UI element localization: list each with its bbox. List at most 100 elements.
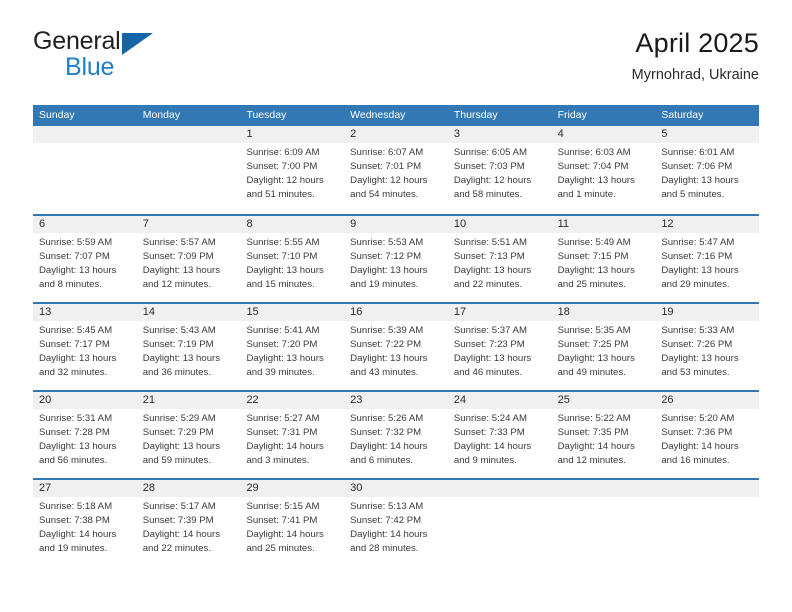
- day-cell-3[interactable]: 3 Sunrise: 6:05 AM Sunset: 7:03 PM Daylight…: [448, 126, 552, 214]
- day-cell-18[interactable]: 18 Sunrise: 5:35 AM Sunset: 7:25 PM Dayligh…: [552, 304, 656, 390]
- day-detail-line: Sunset: 7:32 PM: [350, 427, 422, 438]
- day-detail-lines: Sunrise: 6:03 AM Sunset: 7:04 PM Daylight:…: [558, 146, 650, 202]
- day-cell-4[interactable]: 4 Sunrise: 6:03 AM Sunset: 7:04 PM Daylight…: [552, 126, 656, 214]
- day-cell-19[interactable]: 19 Sunrise: 5:33 AM Sunset: 7:26 PM Dayligh…: [655, 304, 759, 390]
- day-detail-line: Daylight: 13 hours: [350, 265, 428, 276]
- day-detail-line: and 56 minutes.: [39, 455, 108, 466]
- brand-logo[interactable]: General Blue: [33, 28, 263, 88]
- day-detail-line: Sunrise: 6:05 AM: [453, 147, 527, 158]
- day-cell-10[interactable]: 10 Sunrise: 5:51 AM Sunset: 7:13 PM Dayligh…: [448, 216, 552, 302]
- day-detail-lines: Sunrise: 5:13 AM Sunset: 7:42 PM Daylight:…: [350, 500, 442, 556]
- day-cell-9[interactable]: 9 Sunrise: 5:53 AM Sunset: 7:12 PM Daylight…: [344, 216, 448, 302]
- weekday-header-row: Sunday Monday Tuesday Wednesday Thursday Frid…: [33, 105, 759, 126]
- day-cell-24[interactable]: 24 Sunrise: 5:24 AM Sunset: 7:33 PM Dayligh…: [448, 392, 552, 478]
- day-detail-line: Daylight: 13 hours: [661, 265, 739, 276]
- day-detail-line: and 49 minutes.: [557, 367, 626, 378]
- day-cell-16[interactable]: 16 Sunrise: 5:39 AM Sunset: 7:22 PM Dayligh…: [344, 304, 448, 390]
- day-cell-26[interactable]: 26 Sunrise: 5:20 AM Sunset: 7:36 PM Dayligh…: [655, 392, 759, 478]
- day-cell-21[interactable]: 21 Sunrise: 5:29 AM Sunset: 7:29 PM Dayligh…: [137, 392, 241, 478]
- day-cell-28[interactable]: 28 Sunrise: 5:17 AM Sunset: 7:39 PM Dayligh…: [137, 480, 241, 566]
- day-cell-17[interactable]: 17 Sunrise: 5:37 AM Sunset: 7:23 PM Dayligh…: [448, 304, 552, 390]
- day-detail-line: Sunset: 7:12 PM: [350, 251, 422, 262]
- day-detail-line: and 39 minutes.: [246, 367, 315, 378]
- day-detail-lines: Sunrise: 5:18 AM Sunset: 7:38 PM Daylight:…: [39, 500, 131, 556]
- day-number: 5: [661, 128, 668, 140]
- day-detail-line: Sunrise: 6:09 AM: [246, 147, 320, 158]
- calendar-week-row: 6 Sunrise: 5:59 AM Sunset: 7:07 PM Daylight…: [33, 214, 759, 302]
- day-detail-line: and 12 minutes.: [557, 455, 626, 466]
- week-inner: 27 Sunrise: 5:18 AM Sunset: 7:38 PM Dayligh…: [33, 480, 759, 566]
- day-detail-line: Sunset: 7:19 PM: [142, 339, 214, 350]
- day-detail-line: Sunset: 7:29 PM: [142, 427, 214, 438]
- day-cell-12[interactable]: 12 Sunrise: 5:47 AM Sunset: 7:16 PM Dayligh…: [655, 216, 759, 302]
- day-detail-lines: Sunrise: 5:55 AM Sunset: 7:10 PM Daylight:…: [246, 236, 338, 292]
- day-cell-8[interactable]: 8 Sunrise: 5:55 AM Sunset: 7:10 PM Daylight…: [240, 216, 344, 302]
- day-cell-30[interactable]: 30 Sunrise: 5:13 AM Sunset: 7:42 PM Dayligh…: [344, 480, 448, 566]
- day-detail-line: Sunrise: 5:15 AM: [246, 501, 320, 512]
- day-detail-lines: Sunrise: 6:09 AM Sunset: 7:00 PM Daylight:…: [246, 146, 338, 202]
- day-detail-line: Sunset: 7:17 PM: [39, 339, 110, 350]
- day-detail-line: Sunrise: 5:33 AM: [661, 325, 735, 336]
- day-detail-line: and 36 minutes.: [142, 367, 211, 378]
- day-detail-line: and 59 minutes.: [142, 455, 211, 466]
- day-detail-lines: Sunrise: 5:41 AM Sunset: 7:20 PM Daylight:…: [246, 324, 338, 380]
- day-cell-27[interactable]: 27 Sunrise: 5:18 AM Sunset: 7:38 PM Dayligh…: [33, 480, 137, 566]
- day-cell-7[interactable]: 7 Sunrise: 5:57 AM Sunset: 7:09 PM Daylight…: [137, 216, 241, 302]
- day-detail-line: and 15 minutes.: [246, 279, 315, 290]
- day-cell-15[interactable]: 15 Sunrise: 5:41 AM Sunset: 7:20 PM Dayligh…: [240, 304, 344, 390]
- weekday-header-friday: Friday: [557, 109, 587, 121]
- day-detail-line: Daylight: 13 hours: [557, 353, 635, 364]
- day-detail-line: Sunrise: 5:49 AM: [557, 237, 631, 248]
- day-cell-2[interactable]: 2 Sunrise: 6:07 AM Sunset: 7:01 PM Daylight…: [344, 126, 448, 214]
- day-cell-13[interactable]: 13 Sunrise: 5:45 AM Sunset: 7:17 PM Dayligh…: [33, 304, 137, 390]
- day-cell-22[interactable]: 22 Sunrise: 5:27 AM Sunset: 7:31 PM Dayligh…: [240, 392, 344, 478]
- day-detail-line: Daylight: 13 hours: [661, 353, 739, 364]
- day-number: 17: [453, 306, 467, 318]
- day-detail-lines: Sunrise: 5:33 AM Sunset: 7:26 PM Daylight:…: [661, 324, 753, 380]
- day-cell-29[interactable]: 29 Sunrise: 5:15 AM Sunset: 7:41 PM Dayligh…: [240, 480, 344, 566]
- day-cell-25[interactable]: 25 Sunrise: 5:22 AM Sunset: 7:35 PM Dayligh…: [552, 392, 656, 478]
- day-detail-line: Daylight: 13 hours: [246, 265, 324, 276]
- day-number: 29: [246, 482, 259, 494]
- week-inner: 13 Sunrise: 5:45 AM Sunset: 7:17 PM Dayligh…: [33, 304, 759, 390]
- day-detail-line: Daylight: 12 hours: [350, 175, 428, 186]
- day-detail-line: and 19 minutes.: [350, 279, 419, 290]
- day-cell-empty: [137, 126, 241, 214]
- day-detail-line: Daylight: 14 hours: [557, 441, 635, 452]
- day-number: 12: [661, 218, 674, 230]
- day-cell-6[interactable]: 6 Sunrise: 5:59 AM Sunset: 7:07 PM Daylight…: [33, 216, 137, 302]
- day-detail-line: Sunrise: 5:53 AM: [350, 237, 424, 248]
- day-number: 10: [453, 218, 467, 230]
- day-detail-line: Daylight: 14 hours: [661, 441, 739, 452]
- day-detail-lines: Sunrise: 5:45 AM Sunset: 7:17 PM Daylight:…: [39, 324, 131, 380]
- day-cell-1[interactable]: 1 Sunrise: 6:09 AM Sunset: 7:00 PM Daylight…: [240, 126, 344, 214]
- day-cell-14[interactable]: 14 Sunrise: 5:43 AM Sunset: 7:19 PM Dayligh…: [137, 304, 241, 390]
- day-detail-line: Sunrise: 5:27 AM: [246, 413, 320, 424]
- day-number: 20: [39, 394, 52, 406]
- day-cell-5[interactable]: 5 Sunrise: 6:01 AM Sunset: 7:06 PM Daylight…: [655, 126, 759, 214]
- day-cell-23[interactable]: 23 Sunrise: 5:26 AM Sunset: 7:32 PM Dayligh…: [344, 392, 448, 478]
- day-number: 26: [661, 394, 674, 406]
- day-cell-11[interactable]: 11 Sunrise: 5:49 AM Sunset: 7:15 PM Dayligh…: [552, 216, 656, 302]
- day-detail-line: Sunrise: 5:13 AM: [350, 501, 424, 512]
- day-detail-line: Sunset: 7:10 PM: [246, 251, 318, 262]
- day-number: 24: [453, 394, 467, 406]
- day-detail-line: Daylight: 14 hours: [142, 529, 221, 540]
- day-cell-20[interactable]: 20 Sunrise: 5:31 AM Sunset: 7:28 PM Dayligh…: [33, 392, 137, 478]
- day-detail-line: Daylight: 14 hours: [39, 529, 117, 540]
- day-detail-lines: Sunrise: 5:29 AM Sunset: 7:29 PM Daylight:…: [143, 412, 235, 468]
- day-number: 23: [350, 394, 363, 406]
- day-detail-line: Sunset: 7:38 PM: [39, 515, 110, 526]
- day-detail-line: Sunrise: 5:37 AM: [453, 325, 527, 336]
- day-detail-line: Daylight: 13 hours: [453, 353, 532, 364]
- day-detail-line: Daylight: 14 hours: [350, 529, 428, 540]
- day-detail-line: Sunrise: 5:18 AM: [39, 501, 113, 512]
- day-number: 13: [39, 306, 52, 318]
- day-number: 3: [453, 128, 460, 140]
- day-detail-lines: Sunrise: 5:37 AM Sunset: 7:23 PM Daylight:…: [454, 324, 546, 380]
- day-detail-line: and 51 minutes.: [246, 189, 315, 200]
- day-detail-line: and 25 minutes.: [557, 279, 626, 290]
- day-detail-line: Daylight: 13 hours: [39, 441, 117, 452]
- day-detail-line: and 43 minutes.: [350, 367, 419, 378]
- day-detail-line: and 29 minutes.: [661, 279, 730, 290]
